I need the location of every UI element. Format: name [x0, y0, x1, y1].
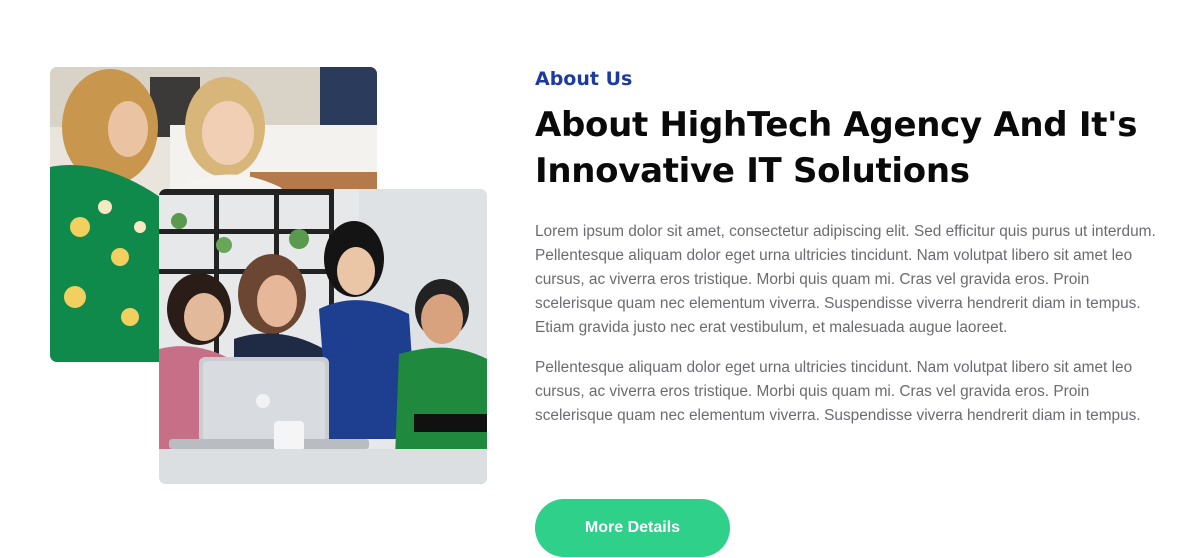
- about-section: About Us About HighTech Agency And It's …: [535, 66, 1175, 428]
- team-photo-laptop: [159, 189, 487, 484]
- about-paragraph-1: Lorem ipsum dolor sit amet, consectetur …: [535, 223, 1156, 336]
- more-details-button[interactable]: More Details: [535, 499, 730, 557]
- team-photo-laptop-image: [159, 189, 487, 484]
- section-headline: About HighTech Agency And It's Innovativ…: [535, 105, 1138, 191]
- section-eyebrow: About Us: [535, 68, 633, 90]
- about-paragraph-2: Pellentesque aliquam dolor eget urna ult…: [535, 359, 1141, 424]
